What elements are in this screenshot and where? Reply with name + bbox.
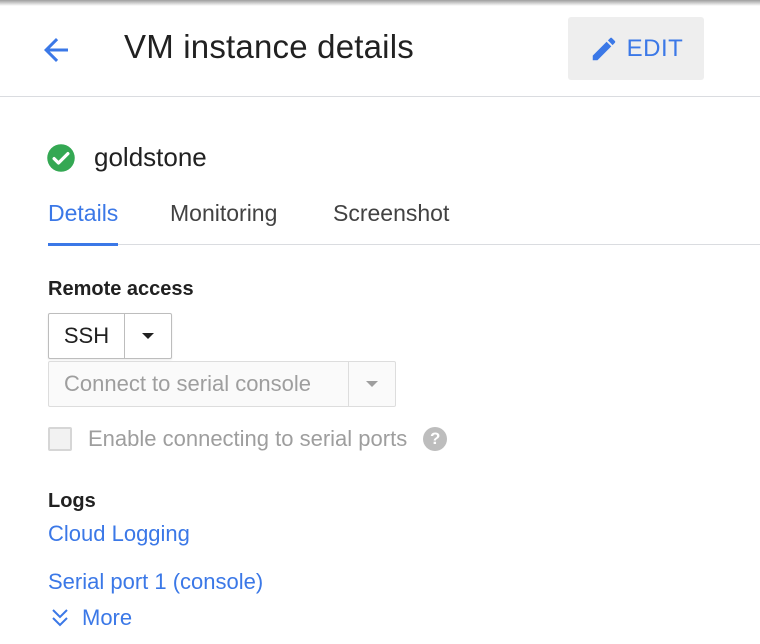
page-title: VM instance details [124, 28, 414, 65]
edit-button[interactable]: EDIT [568, 17, 704, 80]
more-toggle[interactable]: More [50, 605, 132, 631]
tab-screenshot[interactable]: Screenshot [333, 200, 449, 245]
serial-console-split-button: Connect to serial console [48, 361, 396, 407]
instance-heading: goldstone [46, 142, 207, 173]
tab-bar: Details Monitoring Screenshot [48, 196, 760, 246]
ssh-button[interactable]: SSH [49, 314, 125, 358]
page-header: VM instance details EDIT [0, 0, 760, 97]
caret-down-icon [142, 333, 154, 339]
serial-console-dropdown-button[interactable] [349, 362, 395, 406]
edit-button-label: EDIT [626, 34, 684, 62]
serial-ports-checkbox[interactable] [48, 427, 72, 451]
serial-ports-option: Enable connecting to serial ports ? [48, 426, 448, 452]
double-chevron-down-icon [52, 609, 68, 627]
caret-down-icon [366, 381, 378, 387]
arrow-back-icon [44, 38, 68, 62]
tab-details[interactable]: Details [48, 200, 119, 246]
cloud-logging-link[interactable]: Cloud Logging [48, 521, 190, 547]
remote-access-heading: Remote access [48, 278, 194, 300]
serial-port-1-link[interactable]: Serial port 1 (console) [48, 569, 263, 595]
serial-ports-checkbox-label: Enable connecting to serial ports [88, 426, 408, 451]
more-label: More [82, 605, 133, 630]
logs-heading: Logs [48, 490, 96, 512]
back-button[interactable] [30, 26, 82, 74]
check-circle-icon [47, 143, 75, 172]
tab-monitoring[interactable]: Monitoring [170, 200, 277, 245]
ssh-dropdown-button[interactable] [125, 314, 171, 358]
help-icon[interactable]: ? [423, 427, 448, 451]
pencil-icon [592, 37, 615, 60]
instance-name: goldstone [94, 142, 207, 172]
ssh-split-button: SSH [48, 313, 172, 359]
serial-console-button[interactable]: Connect to serial console [49, 362, 349, 406]
